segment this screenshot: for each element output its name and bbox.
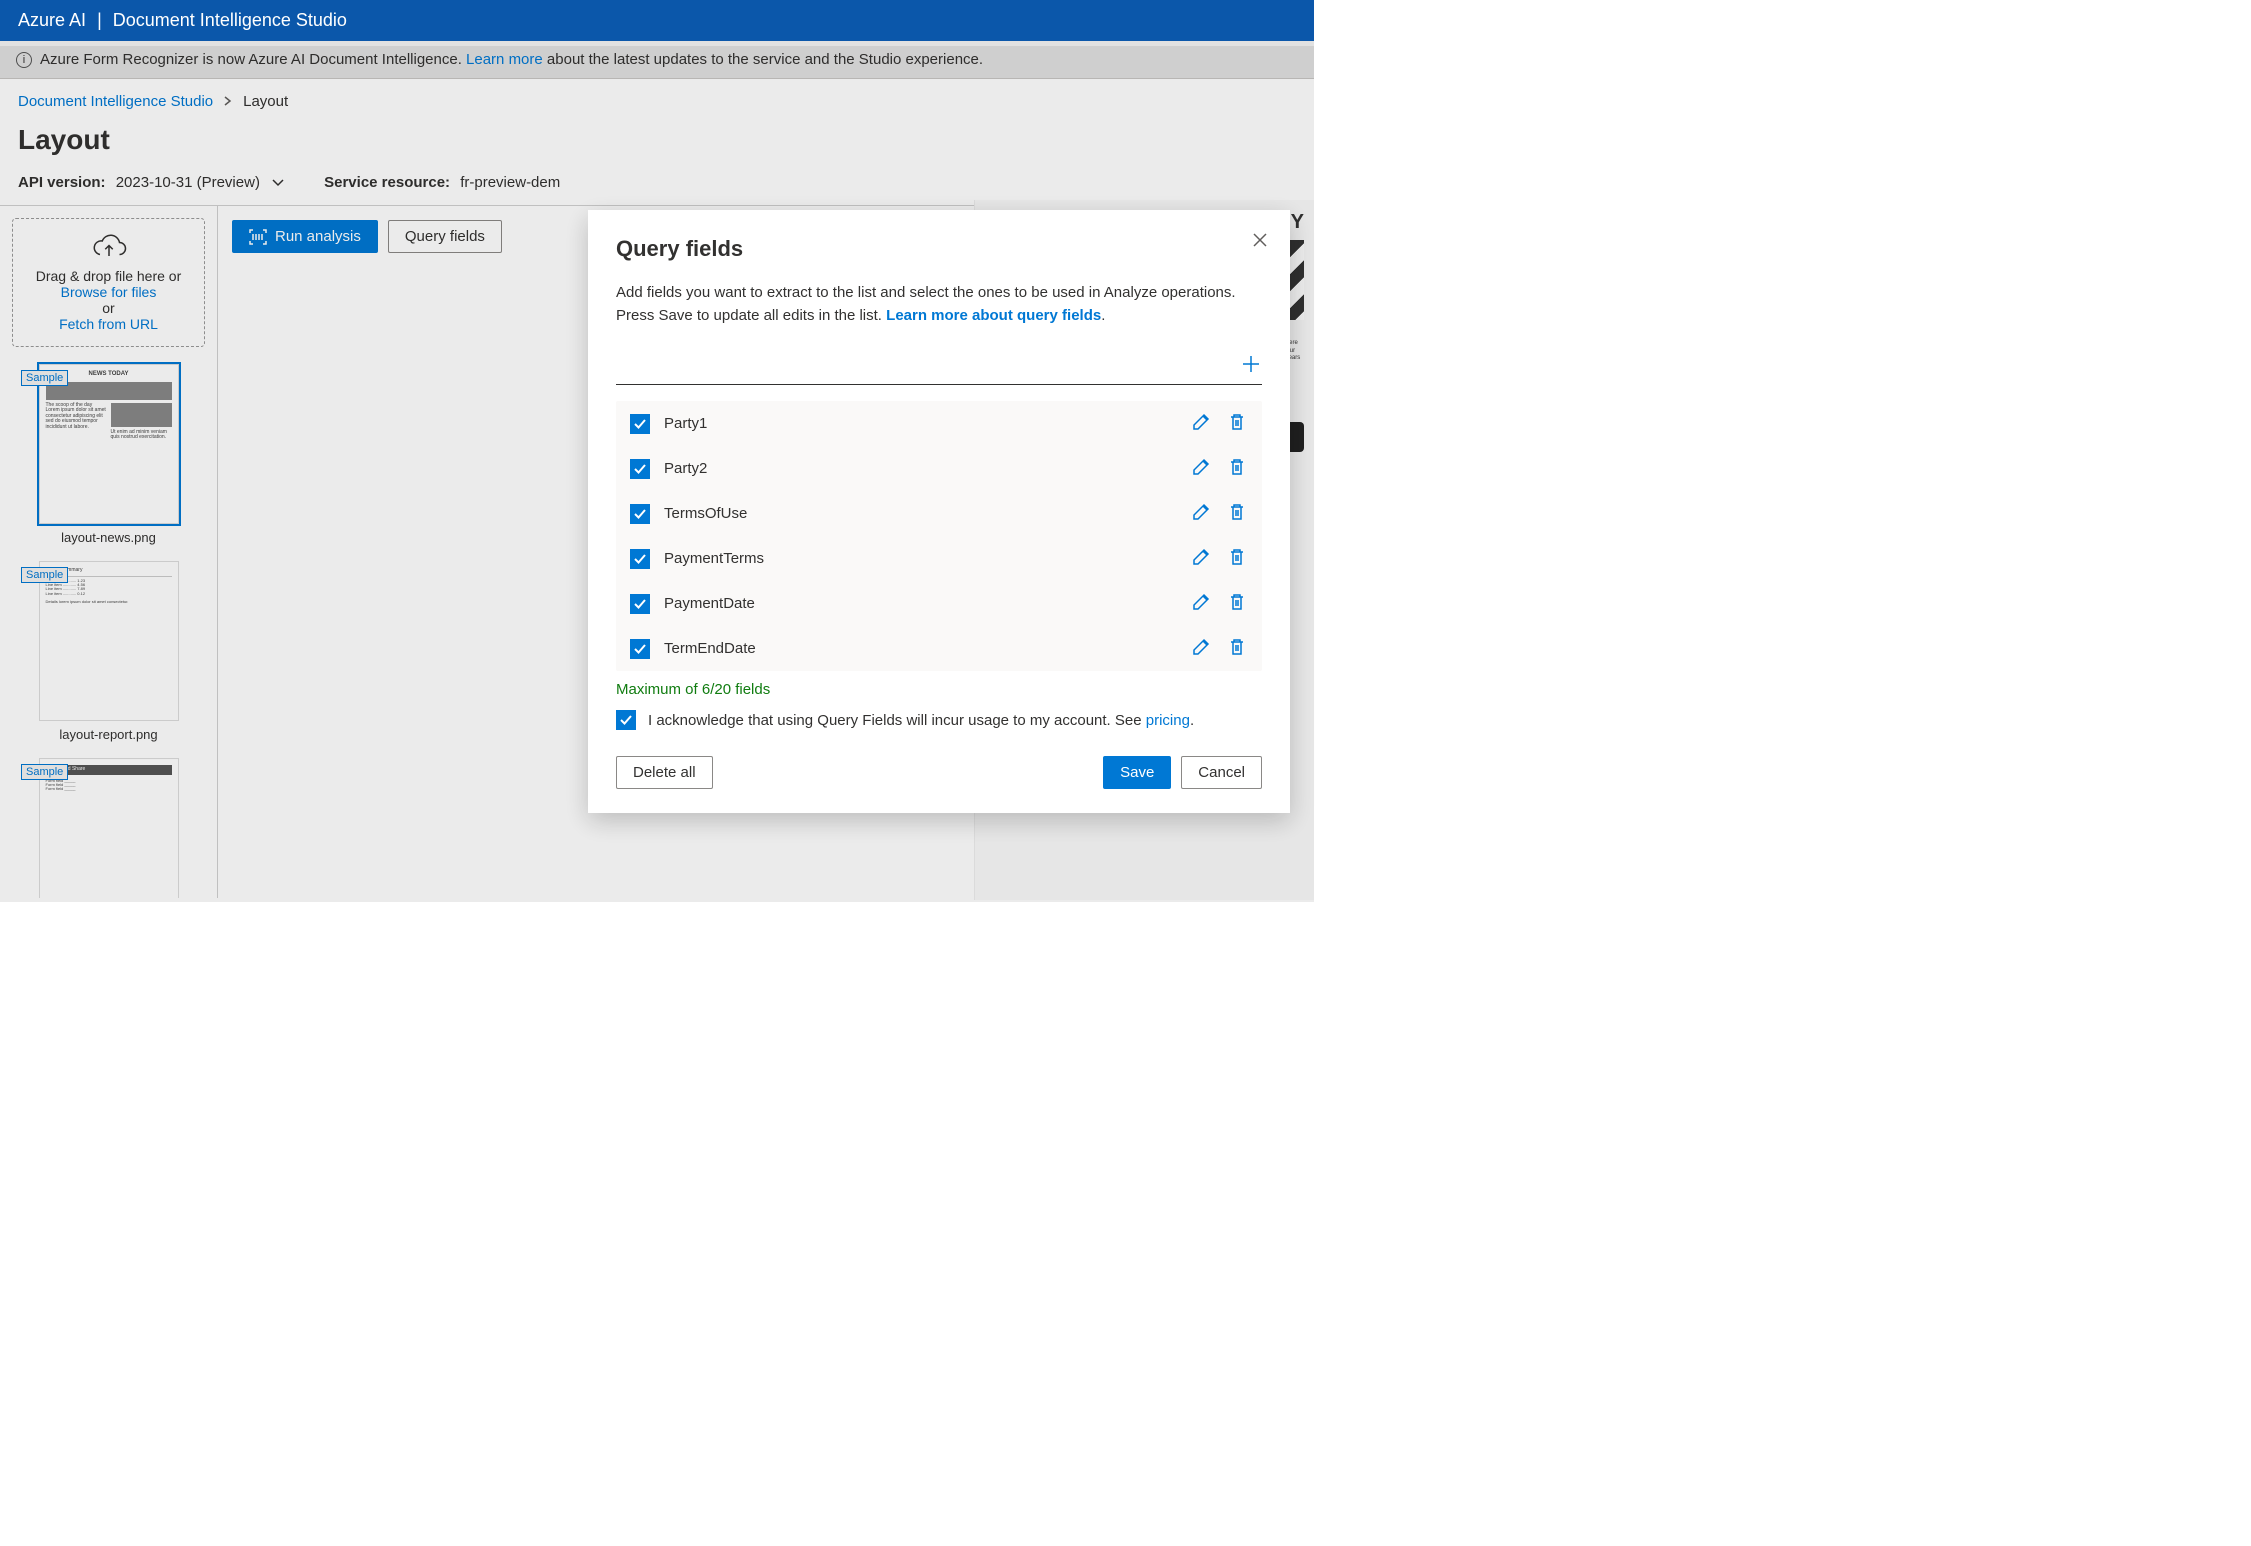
field-checkbox[interactable]	[630, 504, 650, 524]
edit-field-button[interactable]	[1190, 546, 1212, 571]
add-field-row	[616, 353, 1262, 385]
field-row: Party2	[616, 446, 1262, 491]
edit-field-button[interactable]	[1190, 501, 1212, 526]
modal-description: Add fields you want to extract to the li…	[616, 282, 1262, 327]
add-field-button[interactable]	[1240, 353, 1262, 378]
delete-field-button[interactable]	[1226, 456, 1248, 481]
delete-field-button[interactable]	[1226, 546, 1248, 571]
modal-footer: Delete all Save Cancel	[616, 756, 1262, 789]
brand-text: Azure AI	[18, 10, 86, 30]
pricing-link[interactable]: pricing	[1146, 712, 1190, 729]
edit-field-button[interactable]	[1190, 636, 1212, 661]
header-separator: |	[91, 10, 108, 30]
edit-field-button[interactable]	[1190, 411, 1212, 436]
field-name-label: Party1	[664, 415, 1176, 432]
field-name-label: TermsOfUse	[664, 505, 1176, 522]
field-checkbox[interactable]	[630, 549, 650, 569]
delete-field-button[interactable]	[1226, 501, 1248, 526]
delete-field-button[interactable]	[1226, 636, 1248, 661]
delete-field-button[interactable]	[1226, 411, 1248, 436]
field-row: PaymentDate	[616, 581, 1262, 626]
save-button[interactable]: Save	[1103, 756, 1171, 789]
close-icon[interactable]	[1252, 232, 1268, 251]
learn-more-query-fields-link[interactable]: Learn more about query fields	[886, 307, 1101, 324]
field-row: TermsOfUse	[616, 491, 1262, 536]
field-row: Party1	[616, 401, 1262, 446]
product-text: Document Intelligence Studio	[113, 10, 347, 30]
modal-title: Query fields	[616, 236, 1262, 262]
edit-field-button[interactable]	[1190, 591, 1212, 616]
field-name-label: TermEndDate	[664, 640, 1176, 657]
field-checkbox[interactable]	[630, 459, 650, 479]
max-fields-note: Maximum of 6/20 fields	[616, 681, 1262, 698]
delete-all-button[interactable]: Delete all	[616, 756, 713, 789]
edit-field-button[interactable]	[1190, 456, 1212, 481]
field-checkbox[interactable]	[630, 639, 650, 659]
app-header: Azure AI | Document Intelligence Studio	[0, 0, 1314, 41]
delete-field-button[interactable]	[1226, 591, 1248, 616]
field-name-label: PaymentTerms	[664, 550, 1176, 567]
acknowledge-row: I acknowledge that using Query Fields wi…	[616, 710, 1262, 730]
field-checkbox[interactable]	[630, 414, 650, 434]
field-list: Party1 Party2 TermsOfUse PaymentTerms Paymen…	[616, 401, 1262, 671]
field-name-label: PaymentDate	[664, 595, 1176, 612]
field-row: PaymentTerms	[616, 536, 1262, 581]
field-checkbox[interactable]	[630, 594, 650, 614]
field-name-label: Party2	[664, 460, 1176, 477]
cancel-button[interactable]: Cancel	[1181, 756, 1262, 789]
field-row: TermEndDate	[616, 626, 1262, 671]
acknowledge-checkbox[interactable]	[616, 710, 636, 730]
query-fields-modal: Query fields Add fields you want to extr…	[588, 210, 1290, 813]
